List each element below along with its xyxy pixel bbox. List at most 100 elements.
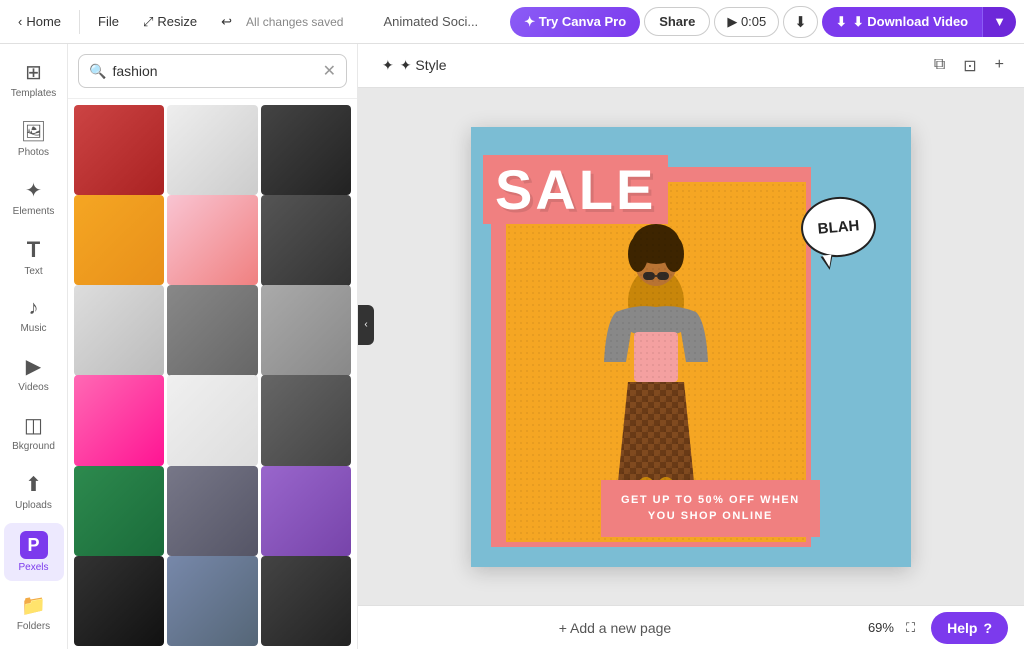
sale-text: SALE (483, 155, 668, 224)
chevron-left-icon: ‹ (18, 14, 22, 29)
share-button[interactable]: Share (644, 7, 710, 36)
photo-result-15[interactable] (261, 466, 351, 556)
undo-button[interactable]: ↩ (211, 8, 242, 36)
project-title: Animated Soci... (355, 14, 506, 29)
sidebar-item-folders[interactable]: 📁 Folders (4, 585, 64, 640)
bottom-banner: GET UP TO 50% OFF WHEN YOU SHOP ONLINE (601, 480, 820, 537)
canvas-area: ✦ ✦ Style ⧉ ⊡ + (358, 44, 1024, 649)
elements-label: Elements (13, 206, 55, 217)
uploads-icon: ⬆ (25, 472, 42, 497)
add-page-label: + Add a new page (559, 620, 672, 636)
elements-icon: ✦ (25, 178, 42, 203)
collapse-arrow-icon: ‹ (364, 319, 367, 330)
pexels-label: Pexels (18, 562, 48, 573)
home-button[interactable]: ‹ Home (8, 8, 71, 35)
help-button[interactable]: Help ? (931, 612, 1008, 644)
download-video-label: ⬇ Download Video (853, 14, 968, 30)
photo-result-18[interactable] (261, 556, 351, 646)
style-button[interactable]: ✦ ✦ Style (374, 53, 454, 78)
search-input-wrap[interactable]: 🔍 ✕ (78, 54, 347, 88)
fullscreen-icon: ⛶ (906, 620, 915, 635)
photo-result-1[interactable] (74, 105, 164, 195)
resize-icon: ⤢ (143, 14, 153, 30)
photo-result-6[interactable] (261, 195, 351, 285)
share-label: Share (659, 14, 695, 29)
templates-label: Templates (11, 88, 57, 99)
main-content: ⊞ Templates 🖼 Photos ✦ Elements T Text ♪… (0, 44, 1024, 649)
pexels-icon: P (20, 531, 48, 559)
bottom-bar: + Add a new page 69% ⛶ Help ? (358, 605, 1024, 649)
photo-result-2[interactable] (167, 105, 257, 195)
photo-grid (68, 99, 357, 649)
photo-result-16[interactable] (74, 556, 164, 646)
zoom-controls: 69% ⛶ (868, 616, 919, 640)
search-icon: 🔍 (89, 63, 106, 80)
sidebar-item-elements[interactable]: ✦ Elements (4, 170, 64, 225)
sidebar-item-photos[interactable]: 🖼 Photos (4, 111, 64, 166)
resize-button[interactable]: ⤢ Resize (133, 8, 207, 36)
sidebar-item-background[interactable]: ◫ Bkground (4, 405, 64, 460)
try-pro-label: ✦ Try Canva Pro (524, 14, 626, 30)
photo-result-7[interactable] (74, 285, 164, 375)
download-caret-button[interactable]: ▼ (982, 7, 1016, 37)
save-status: All changes saved (246, 15, 343, 29)
sidebar-item-pexels[interactable]: P Pexels (4, 523, 64, 581)
play-label: ▶ 0:05 (727, 14, 766, 30)
clear-search-button[interactable]: ✕ (323, 61, 336, 81)
bottom-line-2: YOU SHOP ONLINE (648, 510, 773, 522)
download-video-icon: ⬇ (836, 14, 847, 30)
photo-result-17[interactable] (167, 556, 257, 646)
copy-icon[interactable]: ⊡ (959, 52, 980, 80)
sidebar-item-templates[interactable]: ⊞ Templates (4, 52, 64, 107)
sidebar-item-uploads[interactable]: ⬆ Uploads (4, 464, 64, 519)
canvas-scroll-area[interactable]: SALE BLAH GET UP TO 50% OFF WHEN YOU SHO… (358, 88, 1024, 605)
photo-result-10[interactable] (74, 375, 164, 465)
file-button[interactable]: File (88, 8, 129, 35)
photo-result-9[interactable] (261, 285, 351, 375)
music-icon: ♪ (29, 297, 39, 320)
photos-icon: 🖼 (21, 119, 46, 144)
photo-result-3[interactable] (261, 105, 351, 195)
photo-result-8[interactable] (167, 285, 257, 375)
file-label: File (98, 14, 119, 29)
text-label: Text (24, 266, 42, 277)
bottom-line-1: GET UP TO 50% OFF WHEN (621, 494, 800, 506)
photo-result-5[interactable] (167, 195, 257, 285)
templates-icon: ⊞ (25, 60, 42, 85)
style-icon: ✦ (382, 57, 394, 74)
photo-result-12[interactable] (261, 375, 351, 465)
sidebar-item-music[interactable]: ♪ Music (4, 289, 64, 342)
canvas-toolbar: ✦ ✦ Style ⧉ ⊡ + (358, 44, 1024, 88)
add-page-button[interactable]: + Add a new page (374, 620, 856, 636)
folders-label: Folders (17, 621, 50, 632)
try-pro-button[interactable]: ✦ Try Canva Pro (510, 7, 640, 37)
folders-icon: 📁 (21, 593, 46, 618)
sidebar-item-text[interactable]: T Text (4, 229, 64, 285)
photo-result-4[interactable] (74, 195, 164, 285)
duplicate-icon[interactable]: ⧉ (930, 52, 949, 80)
chevron-down-icon: ▼ (993, 14, 1006, 29)
play-button[interactable]: ▶ 0:05 (714, 7, 779, 37)
search-bar: 🔍 ✕ (68, 44, 357, 99)
design-canvas[interactable]: SALE BLAH GET UP TO 50% OFF WHEN YOU SHO… (471, 127, 911, 567)
panel-collapse-handle[interactable]: ‹ (358, 305, 374, 345)
help-label: Help (947, 620, 977, 636)
sidebar-item-videos[interactable]: ▶ Videos (4, 346, 64, 401)
question-mark-icon: ? (983, 620, 992, 636)
videos-icon: ▶ (26, 354, 41, 379)
photo-result-13[interactable] (74, 466, 164, 556)
fullscreen-button[interactable]: ⛶ (902, 616, 919, 640)
download-icon-button[interactable]: ⬇ (783, 6, 818, 38)
add-icon[interactable]: + (991, 52, 1008, 80)
download-video-button[interactable]: ⬇ ⬇ Download Video (822, 7, 982, 37)
bottom-banner-text: GET UP TO 50% OFF WHEN YOU SHOP ONLINE (621, 492, 800, 525)
icon-sidebar: ⊞ Templates 🖼 Photos ✦ Elements T Text ♪… (0, 44, 68, 649)
nav-divider-1 (79, 10, 80, 34)
download-group: ⬇ ⬇ Download Video ▼ (822, 7, 1016, 37)
photo-result-14[interactable] (167, 466, 257, 556)
photo-result-11[interactable] (167, 375, 257, 465)
search-input[interactable] (112, 63, 316, 79)
download-icon: ⬇ (794, 13, 807, 31)
search-panel: 🔍 ✕ (68, 44, 358, 649)
resize-label: Resize (157, 14, 197, 29)
